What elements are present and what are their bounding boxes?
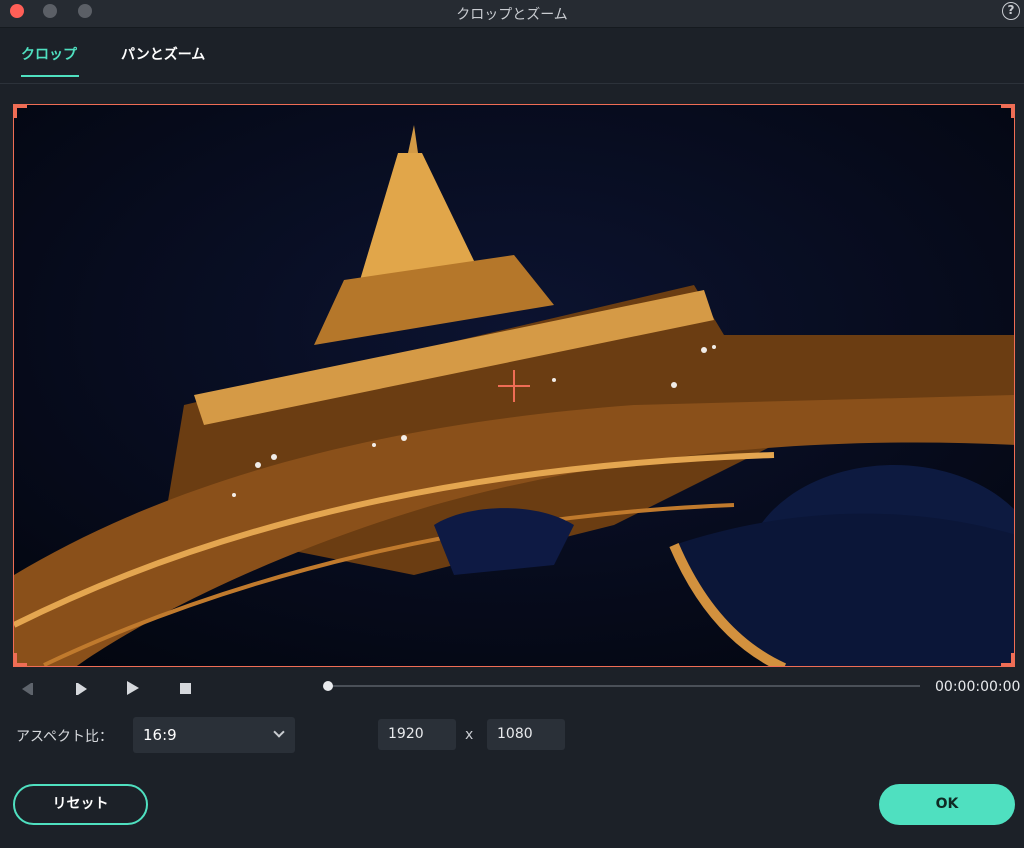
stop-icon xyxy=(179,683,191,694)
tab-pan-and-zoom[interactable]: パンとズーム xyxy=(121,44,205,64)
crop-handle-bottom-left[interactable] xyxy=(14,653,27,666)
crop-center-crosshair-icon[interactable] xyxy=(498,370,530,402)
times-label: x xyxy=(465,727,474,743)
crop-handle-top-right[interactable] xyxy=(1001,105,1014,118)
timecode: 00:00:00:00 xyxy=(935,679,1021,695)
play-button[interactable] xyxy=(124,680,142,698)
reset-button[interactable]: リセット xyxy=(13,784,148,825)
crop-handle-bottom-right[interactable] xyxy=(1001,653,1014,666)
active-tab-indicator xyxy=(21,75,79,77)
aspect-ratio-label: アスペクト比： xyxy=(16,729,114,745)
tab-bar: クロップ パンとズーム xyxy=(0,28,1024,84)
width-input[interactable]: 1920 xyxy=(378,719,456,750)
playhead-handle[interactable] xyxy=(323,681,333,691)
chevron-down-icon xyxy=(273,726,285,738)
title-bar: クロップとズーム ? xyxy=(0,0,1024,28)
aspect-ratio-select[interactable]: 16:9 xyxy=(133,717,295,753)
crop-handle-top-left[interactable] xyxy=(14,105,27,118)
help-icon[interactable]: ? xyxy=(1002,2,1020,20)
play-icon xyxy=(127,681,139,695)
stop-button[interactable] xyxy=(176,680,194,698)
window-title: クロップとズーム xyxy=(456,7,568,23)
tab-crop[interactable]: クロップ xyxy=(21,44,77,64)
timeline-track[interactable] xyxy=(328,685,920,687)
aspect-ratio-value: 16:9 xyxy=(143,726,177,744)
crop-preview[interactable] xyxy=(13,104,1015,667)
prev-frame-icon xyxy=(21,683,31,695)
next-frame-icon xyxy=(77,683,87,695)
height-input[interactable]: 1080 xyxy=(487,719,565,750)
ok-button[interactable]: OK xyxy=(879,784,1015,825)
prev-frame-button[interactable] xyxy=(18,680,36,698)
next-frame-button[interactable] xyxy=(72,680,90,698)
